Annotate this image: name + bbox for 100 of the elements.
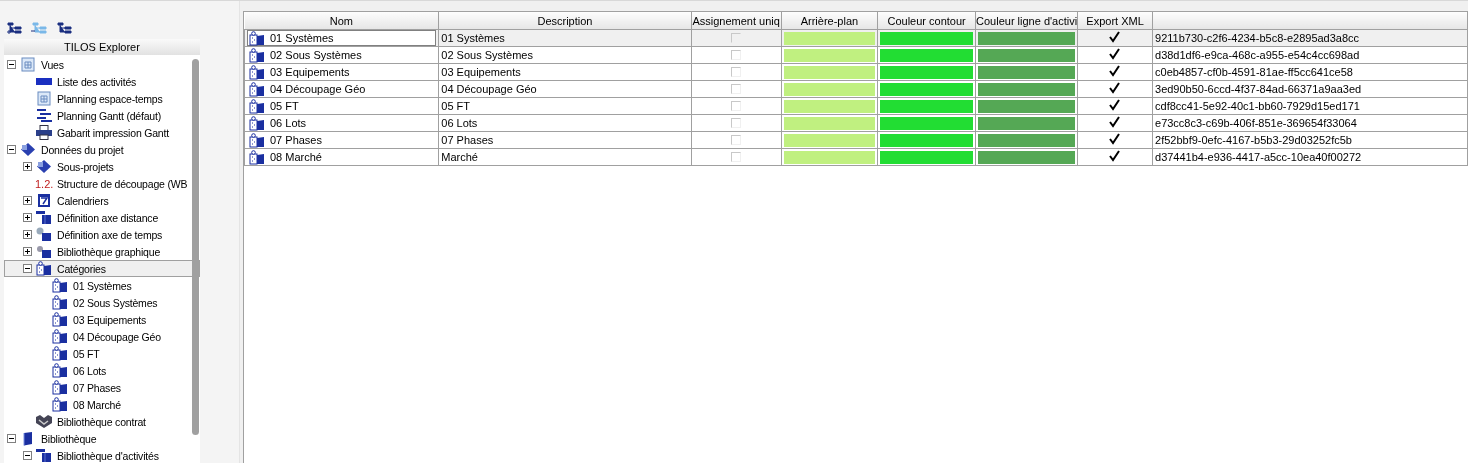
expand-icon[interactable] (23, 213, 32, 222)
tree-item[interactable]: Vues (4, 56, 200, 73)
color-swatch[interactable] (978, 150, 1076, 164)
checkbox[interactable] (731, 67, 742, 77)
color-swatch[interactable] (783, 150, 876, 164)
tree-item[interactable]: 04 Découpage Géo (4, 328, 200, 345)
check-icon[interactable] (1109, 65, 1122, 77)
tree-item[interactable]: Bibliothèque graphique (4, 243, 200, 260)
check-icon[interactable] (1109, 116, 1122, 128)
checkbox[interactable] (731, 33, 742, 43)
name-text: 06 Lots (270, 117, 307, 129)
name-text: 02 Sous Systèmes (270, 49, 362, 61)
name-text: 05 FT (270, 100, 299, 112)
color-swatch[interactable] (978, 99, 1076, 113)
color-swatch[interactable] (880, 48, 974, 62)
checkbox[interactable] (731, 101, 742, 111)
check-icon[interactable] (1109, 48, 1122, 60)
column-header[interactable]: Description (438, 12, 692, 30)
tree-item[interactable]: Planning espace-temps (4, 90, 200, 107)
expand-all-icon[interactable] (6, 21, 22, 35)
expand-icon[interactable] (23, 247, 32, 256)
scrollbar-thumb[interactable] (192, 59, 199, 435)
color-swatch[interactable] (880, 31, 974, 45)
name-cell[interactable]: 01 Systèmes (247, 30, 437, 46)
category-icon (51, 380, 69, 395)
column-header[interactable]: Couleur ligne d'activi (975, 12, 1078, 30)
category-icon (51, 312, 69, 327)
color-swatch[interactable] (978, 116, 1076, 130)
tree-item[interactable]: 07 Phases (4, 379, 200, 396)
color-swatch[interactable] (880, 116, 974, 130)
column-header[interactable]: Nom (244, 12, 439, 30)
color-swatch[interactable] (880, 150, 974, 164)
tree-item[interactable]: Calendriers (4, 192, 200, 209)
check-icon[interactable] (1109, 82, 1122, 94)
color-swatch[interactable] (880, 82, 974, 96)
collapse-icon[interactable] (23, 451, 32, 460)
expand-icon[interactable] (23, 162, 32, 171)
tree-item[interactable]: Bibliothèque contrat (4, 413, 200, 430)
color-swatch[interactable] (783, 65, 876, 79)
panel-title: TILOS Explorer (4, 39, 200, 55)
column-header[interactable]: Export XML (1077, 12, 1153, 30)
tree-item[interactable]: 06 Lots (4, 362, 200, 379)
tree-icon[interactable] (56, 21, 72, 35)
color-swatch[interactable] (978, 48, 1076, 62)
column-header[interactable]: Assignement uniq (691, 12, 782, 30)
collapse-all-icon[interactable] (31, 21, 47, 35)
checkbox[interactable] (731, 84, 742, 94)
tree-item[interactable]: Bibliothèque (4, 430, 200, 447)
column-header[interactable]: Arrière-plan (781, 12, 878, 30)
tree-item[interactable]: Données du projet (4, 141, 200, 158)
grid-view-icon (19, 57, 37, 72)
name-text: 01 Systèmes (270, 32, 334, 44)
checkbox[interactable] (731, 118, 742, 128)
tree-item[interactable]: Catégories (4, 260, 200, 277)
tree-item[interactable]: Définition axe distance (4, 209, 200, 226)
checkbox[interactable] (731, 135, 742, 145)
checkbox[interactable] (731, 152, 742, 162)
column-header[interactable]: Couleur contour (877, 12, 976, 30)
tree-item[interactable]: 02 Sous Systèmes (4, 294, 200, 311)
collapse-icon[interactable] (7, 145, 16, 154)
tree-item[interactable]: 05 FT (4, 345, 200, 362)
checkbox[interactable] (731, 50, 742, 60)
tree-item[interactable]: Définition axe de temps (4, 226, 200, 243)
check-icon[interactable] (1109, 150, 1122, 162)
expand-icon[interactable] (23, 196, 32, 205)
color-swatch[interactable] (783, 133, 876, 147)
tree-item[interactable]: Liste des activités (4, 73, 200, 90)
check-icon[interactable] (1109, 99, 1122, 111)
tree-item[interactable]: Planning Gantt (défaut) (4, 107, 200, 124)
color-swatch[interactable] (978, 82, 1076, 96)
calendar-icon (35, 193, 53, 208)
check-icon[interactable] (1109, 133, 1122, 145)
color-swatch[interactable] (783, 31, 876, 45)
collapse-icon[interactable] (23, 264, 32, 273)
color-swatch[interactable] (880, 99, 974, 113)
color-swatch[interactable] (978, 31, 1076, 45)
tree-item[interactable]: Gabarit impression Gantt (4, 124, 200, 141)
collapse-icon[interactable] (7, 60, 16, 69)
name-text: 07 Phases (270, 134, 322, 146)
color-swatch[interactable] (783, 99, 876, 113)
color-swatch[interactable] (880, 65, 974, 79)
color-swatch[interactable] (783, 48, 876, 62)
collapse-icon[interactable] (7, 434, 16, 443)
diamond-icon (35, 159, 53, 174)
expand-icon[interactable] (23, 230, 32, 239)
category-icon (248, 30, 266, 46)
gantt-icon (35, 108, 53, 123)
axis-icon (35, 210, 53, 225)
color-swatch[interactable] (783, 82, 876, 96)
tree-item[interactable]: Bibliothèque d'activités (4, 447, 200, 463)
color-swatch[interactable] (783, 116, 876, 130)
color-swatch[interactable] (978, 65, 1076, 79)
tree-item[interactable]: Sous-projets (4, 158, 200, 175)
color-swatch[interactable] (978, 133, 1076, 147)
check-icon[interactable] (1109, 31, 1122, 43)
tree-item[interactable]: 01 Systèmes (4, 277, 200, 294)
tree-item[interactable]: 08 Marché (4, 396, 200, 413)
tree-item[interactable]: 03 Equipements (4, 311, 200, 328)
color-swatch[interactable] (880, 133, 974, 147)
tree-item[interactable]: 1.2. Structure de découpage (WB (4, 175, 200, 192)
